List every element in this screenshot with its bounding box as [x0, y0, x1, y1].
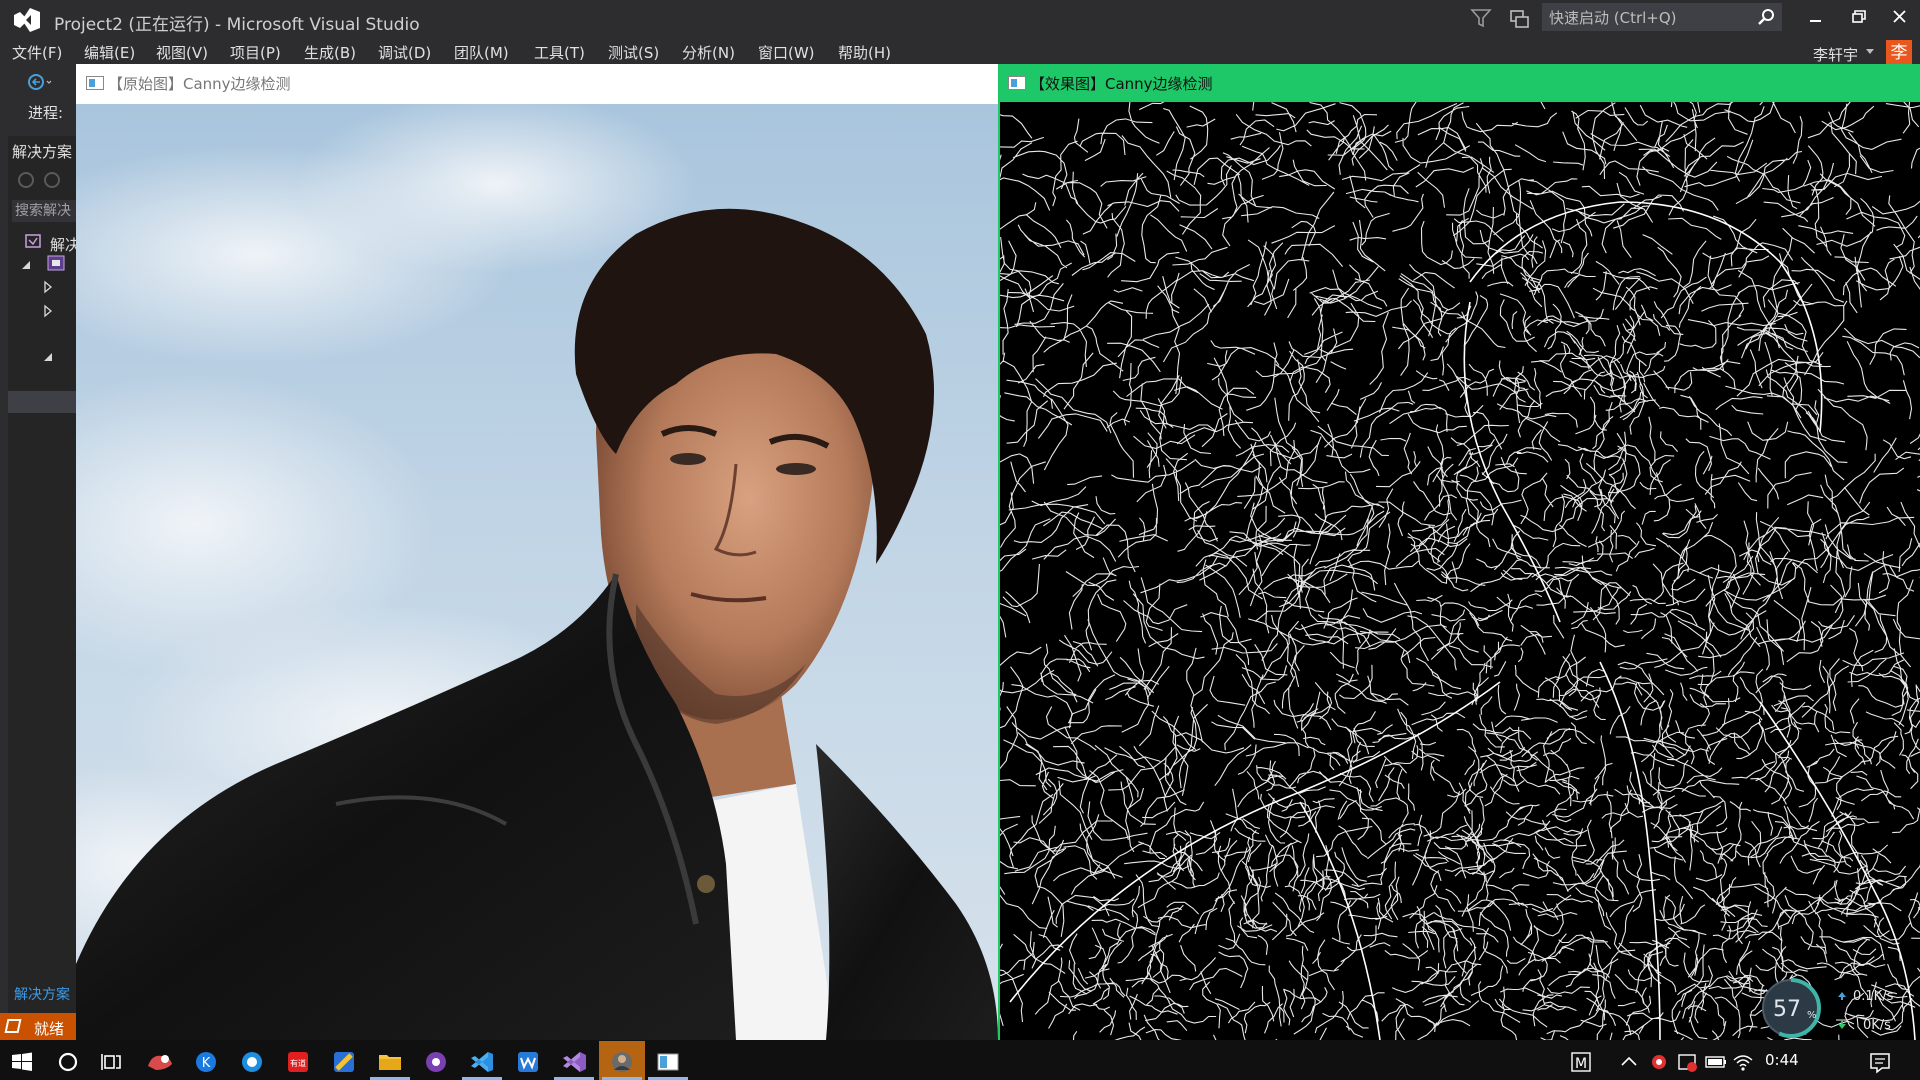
menu-file[interactable]: 文件(F)	[12, 42, 62, 63]
collapsed-arrow-icon[interactable]	[42, 304, 54, 318]
visual-studio-logo-icon	[14, 8, 40, 32]
upload-arrow-icon	[1838, 992, 1846, 1000]
menu-edit[interactable]: 编辑(E)	[84, 42, 135, 63]
cortana-search-icon[interactable]	[46, 1044, 90, 1080]
solution-search-box[interactable]	[12, 200, 79, 222]
edge-outline	[1299, 801, 1381, 1040]
project-icon[interactable]	[46, 254, 68, 272]
menu-help[interactable]: 帮助(H)	[838, 42, 891, 63]
canny-edge-image	[1000, 102, 1920, 1040]
feedback-icon[interactable]	[1508, 8, 1530, 30]
forward-icon[interactable]	[44, 172, 60, 188]
download-arrow-icon	[1838, 1021, 1846, 1029]
original-window-title: 【原始图】Canny边缘检测	[108, 75, 291, 93]
title-bar: Project2 (正在运行) - Microsoft Visual Studi…	[0, 0, 1920, 40]
chevron-up-icon[interactable]	[1612, 1044, 1646, 1080]
portrait-photo	[76, 104, 998, 1040]
collapsed-arrow-icon[interactable]	[42, 280, 54, 294]
wps-icon[interactable]	[506, 1044, 550, 1080]
app-red-icon[interactable]	[138, 1044, 182, 1080]
wifi-icon[interactable]	[1726, 1044, 1760, 1080]
status-text: 就绪	[34, 1020, 65, 1038]
restore-button[interactable]	[1835, 0, 1879, 36]
upload-speed: 0.1K/s	[1853, 989, 1894, 1004]
menu-project[interactable]: 项目(P)	[230, 42, 281, 63]
minimize-button[interactable]	[1793, 0, 1837, 36]
menu-analyze[interactable]: 分析(N)	[682, 42, 735, 63]
back-icon[interactable]	[18, 172, 34, 188]
cpu-usage-gauge: 57 %	[1761, 978, 1821, 1038]
app-yellow-icon[interactable]	[322, 1044, 366, 1080]
visual-studio-icon[interactable]	[552, 1044, 596, 1080]
status-icon	[4, 1019, 22, 1033]
result-window-titlebar[interactable]: 【效果图】Canny边缘检测	[998, 64, 1920, 102]
vscode-icon[interactable]	[460, 1044, 504, 1080]
chevron-down-icon[interactable]	[1866, 49, 1874, 54]
solution-explorer-tab[interactable]: 解决方案	[14, 984, 70, 1004]
menu-test[interactable]: 测试(S)	[608, 42, 659, 63]
youdao-dict-icon[interactable]: 有道	[276, 1044, 320, 1080]
menu-build[interactable]: 生成(B)	[304, 42, 356, 63]
window-title: Project2 (正在运行) - Microsoft Visual Studi…	[54, 15, 420, 35]
expanded-arrow-icon[interactable]	[42, 350, 56, 364]
quick-launch-box[interactable]	[1542, 3, 1782, 32]
expanded-arrow-icon[interactable]	[20, 258, 34, 272]
photo-viewer-icon[interactable]	[600, 1044, 644, 1080]
original-image-window[interactable]: 【原始图】Canny边缘检测	[76, 64, 998, 1040]
notification-icon[interactable]	[1858, 1044, 1902, 1080]
menu-debug[interactable]: 调试(D)	[378, 42, 431, 63]
cpu-unit: %	[1807, 1010, 1817, 1021]
close-button[interactable]	[1877, 0, 1920, 36]
svg-text:K: K	[202, 1056, 211, 1071]
filter-icon[interactable]	[1470, 6, 1492, 30]
download-speed: 0K/s	[1863, 1018, 1891, 1033]
solution-search-input[interactable]	[12, 200, 79, 222]
search-icon[interactable]	[1757, 8, 1775, 26]
result-window-title: 【效果图】Canny边缘检测	[1030, 75, 1213, 93]
original-window-titlebar[interactable]: 【原始图】Canny边缘检测	[76, 64, 998, 102]
solution-explorer-title[interactable]: 解决方案	[12, 141, 72, 162]
opencv-window-icon	[1008, 76, 1026, 90]
menu-tools[interactable]: 工具(T)	[534, 42, 585, 63]
browser-icon[interactable]	[230, 1044, 274, 1080]
ime-m-icon[interactable]: M	[1562, 1044, 1602, 1080]
clock[interactable]: 0:44	[1765, 1051, 1799, 1069]
svg-text:M: M	[1575, 1056, 1587, 1072]
quick-launch-input[interactable]	[1543, 4, 1751, 32]
opencv-window-icon	[86, 76, 104, 90]
cpu-percent: 57	[1773, 997, 1801, 1022]
user-name[interactable]: 李轩宇	[1813, 44, 1858, 65]
user-avatar[interactable]: 李	[1886, 40, 1912, 66]
opencv-window-icon[interactable]	[646, 1044, 690, 1080]
task-view-icon[interactable]	[90, 1044, 134, 1080]
menu-view[interactable]: 视图(V)	[156, 42, 208, 63]
edge-lines	[1000, 102, 1920, 1040]
menu-team[interactable]: 团队(M)	[454, 42, 509, 63]
process-label: 进程:	[28, 104, 64, 122]
menu-window[interactable]: 窗口(W)	[758, 42, 815, 63]
kugou-music-icon[interactable]: K	[184, 1044, 228, 1080]
svg-text:有道: 有道	[290, 1058, 306, 1068]
edge-outline	[1009, 681, 1501, 1003]
network-monitor-widget[interactable]: 57 % 0.1K/s 0K/s	[1755, 976, 1920, 1040]
windows-start-icon[interactable]	[0, 1044, 44, 1080]
onenote-icon[interactable]	[414, 1044, 458, 1080]
menu-bar	[0, 40, 1920, 64]
file-explorer-icon[interactable]	[368, 1044, 412, 1080]
selected-tree-item[interactable]	[8, 391, 76, 413]
result-image-window[interactable]: 【效果图】Canny边缘检测	[998, 64, 1920, 1040]
navigate-back-icon[interactable]	[26, 72, 52, 92]
